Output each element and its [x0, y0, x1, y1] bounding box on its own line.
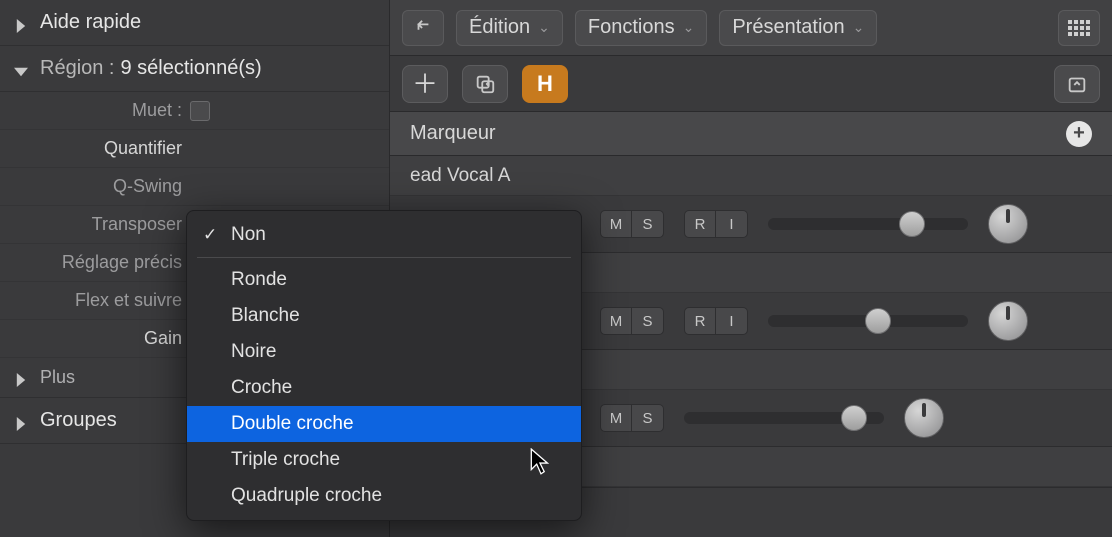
mute-button[interactable]: M: [600, 210, 632, 238]
chevron-down-icon: ⌄: [683, 19, 695, 36]
solo-button[interactable]: S: [632, 210, 664, 238]
view-menu[interactable]: Présentation ⌄: [719, 10, 877, 46]
solo-button[interactable]: S: [632, 404, 664, 432]
volume-slider[interactable]: [768, 315, 968, 327]
chevron-right-icon: [14, 16, 28, 30]
return-up-icon: [414, 19, 432, 37]
duplicate-icon: [474, 73, 496, 95]
h-button[interactable]: H: [522, 65, 568, 103]
param-mute[interactable]: Muet :: [0, 92, 389, 130]
button-group: MS: [600, 210, 664, 238]
pan-knob[interactable]: [904, 398, 944, 438]
input-button[interactable]: I: [716, 307, 748, 335]
groups-label: Groupes: [40, 409, 117, 432]
volume-slider[interactable]: [768, 218, 968, 230]
duplicate-track-button[interactable]: [462, 65, 508, 103]
grid-icon: [1068, 20, 1090, 36]
pan-knob[interactable]: [988, 301, 1028, 341]
dropdown-item[interactable]: Non: [187, 217, 581, 253]
dropdown-item[interactable]: Croche: [187, 370, 581, 406]
param-qswing[interactable]: Q-Swing: [0, 168, 389, 206]
dropdown-separator: [197, 257, 571, 258]
volume-slider[interactable]: [684, 412, 884, 424]
dropdown-item[interactable]: Double croche: [187, 406, 581, 442]
solo-button[interactable]: S: [632, 307, 664, 335]
chevron-down-icon: [14, 62, 28, 76]
plus-icon: +: [1073, 122, 1085, 145]
popout-button[interactable]: [1054, 65, 1100, 103]
dropdown-item[interactable]: Blanche: [187, 298, 581, 334]
pan-knob[interactable]: [988, 204, 1028, 244]
record-button[interactable]: R: [684, 307, 716, 335]
input-button[interactable]: I: [716, 210, 748, 238]
quick-help-label: Aide rapide: [40, 11, 141, 34]
actionbar: ＋ H: [390, 56, 1112, 112]
add-track-button[interactable]: ＋: [402, 65, 448, 103]
up-arrow-button[interactable]: [402, 10, 444, 46]
button-group: MS: [600, 307, 664, 335]
edit-menu[interactable]: Édition ⌄: [456, 10, 563, 46]
region-row[interactable]: Région : 9 sélectionné(s): [0, 46, 389, 92]
quantize-dropdown[interactable]: Non RondeBlancheNoireCrocheDouble crocheT…: [186, 210, 582, 521]
plus-label: Plus: [40, 367, 75, 388]
quick-help-row[interactable]: Aide rapide: [0, 0, 389, 46]
chevron-down-icon: ⌄: [538, 19, 550, 36]
chevron-right-icon: [14, 371, 28, 385]
dropdown-item[interactable]: Quadruple croche: [187, 478, 581, 514]
dropdown-item[interactable]: Noire: [187, 334, 581, 370]
param-quantize[interactable]: Quantifier: [0, 130, 389, 168]
dropdown-item[interactable]: Ronde: [187, 262, 581, 298]
add-marker-button[interactable]: +: [1066, 121, 1092, 147]
mute-checkbox[interactable]: [190, 101, 210, 121]
track-name: ead Vocal A: [390, 156, 1112, 196]
marker-label: Marqueur: [410, 122, 496, 145]
toolbar: Édition ⌄ Fonctions ⌄ Présentation ⌄: [390, 0, 1112, 56]
button-group: MS: [600, 404, 664, 432]
grid-view-button[interactable]: [1058, 10, 1100, 46]
mute-button[interactable]: M: [600, 404, 632, 432]
chevron-right-icon: [14, 414, 28, 428]
h-label: H: [537, 71, 553, 97]
chevron-down-icon: ⌄: [853, 19, 865, 36]
record-button[interactable]: R: [684, 210, 716, 238]
button-group: RI: [684, 307, 748, 335]
marker-row: Marqueur +: [390, 112, 1112, 156]
region-label: Région :: [40, 57, 115, 80]
dropdown-item[interactable]: Triple croche: [187, 442, 581, 478]
button-group: RI: [684, 210, 748, 238]
region-count: 9 sélectionné(s): [121, 57, 262, 80]
plus-icon: ＋: [412, 71, 438, 97]
functions-menu[interactable]: Fonctions ⌄: [575, 10, 707, 46]
mute-button[interactable]: M: [600, 307, 632, 335]
popout-icon: [1066, 73, 1088, 95]
